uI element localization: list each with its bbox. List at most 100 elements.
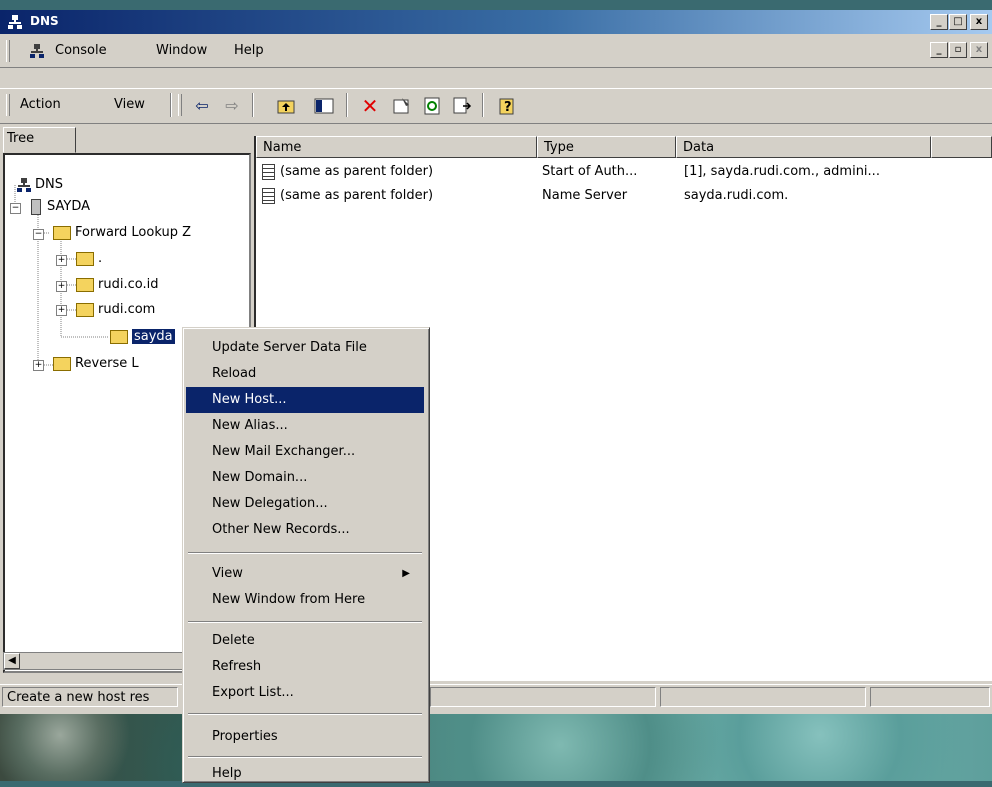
column-header-name[interactable]: Name (256, 136, 537, 158)
zone-folder-icon (110, 329, 128, 344)
close-button[interactable]: x (970, 14, 988, 30)
tree-item-forward-lookup-zones[interactable]: Forward Lookup Z (53, 223, 191, 243)
record-type: Name Server (542, 188, 628, 203)
tree-item-sayda-zone[interactable]: sayda (110, 327, 175, 347)
menu-help[interactable]: Help (234, 43, 264, 58)
toolbar-separator (346, 93, 348, 117)
view-menu[interactable]: View (114, 97, 145, 112)
menu-separator (188, 621, 422, 623)
refresh-icon[interactable] (422, 96, 442, 116)
collapse-toggle[interactable]: − (33, 229, 44, 240)
desktop-background (0, 705, 992, 781)
tree-item-root-zone[interactable]: . (76, 249, 102, 269)
menu-item-delete[interactable]: Delete (186, 628, 424, 654)
minimize-button[interactable]: _ (930, 14, 948, 30)
folder-icon (53, 225, 71, 240)
menubar-grip[interactable] (6, 40, 10, 62)
status-panel (430, 687, 656, 707)
export-list-icon[interactable] (452, 96, 472, 116)
tree-item-reverse-lookup-zones[interactable]: Reverse L (53, 354, 139, 374)
menu-item-new-domain[interactable]: New Domain... (186, 465, 424, 491)
mdi-restore-button[interactable]: ▫ (949, 42, 967, 58)
table-row[interactable]: (same as parent folder) (262, 184, 433, 208)
menu-console[interactable]: Console (55, 43, 107, 58)
status-panel (870, 687, 990, 707)
record-icon (262, 163, 275, 180)
dns-app-icon (8, 15, 22, 29)
menu-separator (188, 756, 422, 758)
record-name: (same as parent folder) (280, 188, 434, 203)
tree-label: rudi.com (98, 302, 156, 317)
action-menu[interactable]: Action (20, 97, 61, 112)
menu-item-properties[interactable]: Properties (186, 724, 424, 750)
dns-node-icon (17, 177, 31, 192)
record-data: [1], sayda.rudi.com., admini... (684, 164, 880, 179)
status-bar: Create a new host res (0, 684, 992, 709)
menu-item-new-mail-exchanger[interactable]: New Mail Exchanger... (186, 439, 424, 465)
tree-label: DNS (35, 177, 63, 192)
menu-item-new-alias[interactable]: New Alias... (186, 413, 424, 439)
svg-text:?: ? (504, 100, 512, 115)
title-bar[interactable]: DNS _ □ x (0, 10, 992, 34)
back-arrow-icon[interactable]: ⇦ (192, 96, 212, 116)
console-icon (30, 44, 44, 58)
column-header-data[interactable]: Data (676, 136, 931, 158)
context-menu: Update Server Data File Reload New Host.… (182, 327, 430, 783)
up-folder-icon[interactable] (276, 96, 296, 116)
menu-item-new-host[interactable]: New Host... (186, 387, 424, 413)
toolbar-grip-2[interactable] (178, 94, 182, 116)
menu-item-refresh[interactable]: Refresh (186, 654, 424, 680)
tree-item-rudi-co-id[interactable]: rudi.co.id (76, 275, 158, 295)
menu-item-export-list[interactable]: Export List... (186, 680, 424, 706)
tree-tab[interactable]: Tree (3, 127, 76, 153)
menu-separator (188, 713, 422, 715)
zone-folder-icon (76, 251, 94, 266)
column-header-type[interactable]: Type (537, 136, 676, 158)
status-panel (660, 687, 866, 707)
mdi-minimize-button[interactable]: _ (930, 42, 948, 58)
maximize-button[interactable]: □ (949, 14, 967, 30)
expand-toggle[interactable]: + (56, 281, 67, 292)
tree-item-sayda-server[interactable]: SAYDA (31, 197, 90, 217)
menu-item-view[interactable]: View ▶ (186, 561, 424, 587)
menu-window[interactable]: Window (156, 43, 207, 58)
toolbar-separator (482, 93, 484, 117)
folder-icon (53, 356, 71, 371)
expand-toggle[interactable]: + (33, 360, 44, 371)
menu-item-update-server-data-file[interactable]: Update Server Data File (186, 335, 424, 361)
tree-item-rudi-com[interactable]: rudi.com (76, 300, 155, 320)
tree-label: Reverse L (75, 356, 139, 371)
menu-bar: Console Window Help _ ▫ x (0, 35, 992, 68)
zone-folder-icon (76, 277, 94, 292)
menu-item-new-delegation[interactable]: New Delegation... (186, 491, 424, 517)
tree-label: SAYDA (47, 199, 90, 214)
tree-label-selected: sayda (132, 329, 175, 344)
submenu-arrow-icon: ▶ (402, 568, 410, 579)
tree-label: . (98, 251, 103, 266)
tree-label: rudi.co.id (98, 277, 159, 292)
menu-item-other-new-records[interactable]: Other New Records... (186, 517, 424, 543)
column-header-empty[interactable] (931, 136, 992, 158)
expand-toggle[interactable]: + (56, 305, 67, 316)
toolbar-separator (170, 93, 172, 117)
table-row[interactable]: (same as parent folder) (262, 160, 433, 184)
record-data: sayda.rudi.com. (684, 188, 789, 203)
properties-icon[interactable] (392, 96, 412, 116)
zone-folder-icon (76, 302, 94, 317)
mdi-close-button[interactable]: x (970, 42, 988, 58)
menu-item-new-window-from-here[interactable]: New Window from Here (186, 587, 424, 613)
tree-label: Forward Lookup Z (75, 225, 191, 240)
toolbar-grip[interactable] (6, 94, 10, 116)
forward-arrow-icon[interactable]: ⇨ (222, 96, 242, 116)
show-hide-tree-icon[interactable] (314, 96, 334, 116)
collapse-toggle[interactable]: − (10, 203, 21, 214)
scroll-left-icon[interactable]: ◀ (4, 653, 20, 669)
help-icon[interactable]: ? (498, 96, 518, 116)
menu-item-help[interactable]: Help (186, 761, 424, 787)
delete-icon[interactable]: ✕ (360, 96, 380, 116)
tree-item-dns[interactable]: DNS (17, 175, 63, 195)
menu-item-reload[interactable]: Reload (186, 361, 424, 387)
menu-item-label: View (212, 566, 243, 581)
expand-toggle[interactable]: + (56, 255, 67, 266)
window-title: DNS (30, 14, 59, 28)
